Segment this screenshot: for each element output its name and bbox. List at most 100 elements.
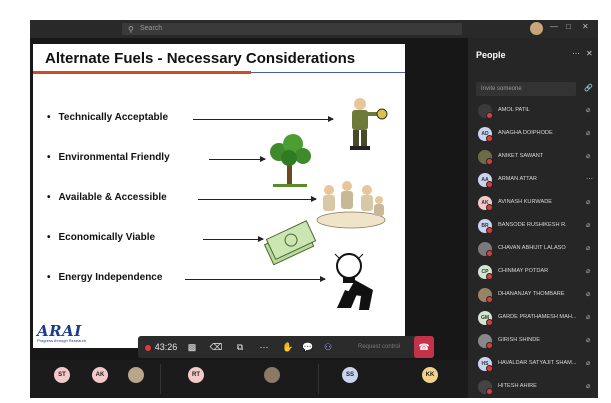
gallery-avatar[interactable]: RT (188, 367, 204, 383)
participant-row[interactable]: DHANANJAY THOMBARE ⌀ (468, 284, 598, 307)
camera-off-icon[interactable]: ▩ (182, 336, 202, 358)
status-indicator (486, 342, 493, 349)
participant-name: GIRISH SHINDE (498, 337, 540, 343)
teams-window: ⚲ Search — □ ✕ Alternate Fuels - Necessa… (30, 20, 598, 398)
mic-muted-icon[interactable]: ⌀ (586, 382, 590, 390)
more-actions-icon[interactable]: ⋯ (254, 336, 274, 358)
status-indicator (486, 158, 493, 165)
top-bar: ⚲ Search — □ ✕ (30, 20, 598, 38)
participant-row[interactable]: AMOL PATIL ⌀ (468, 100, 598, 123)
participant-row[interactable]: GIRISH SHINDE ⌀ (468, 330, 598, 353)
gallery-avatar[interactable]: SS (342, 367, 358, 383)
participant-avatar (478, 288, 493, 303)
status-indicator (486, 135, 493, 142)
minimize-icon[interactable]: — (550, 22, 558, 31)
raise-hand-icon[interactable]: ✋ (278, 336, 298, 358)
gallery-avatar[interactable]: ST (54, 367, 70, 383)
participant-name: ANIKET SAWANT (498, 153, 544, 159)
participant-row[interactable]: ANIKET SAWANT ⌀ (468, 146, 598, 169)
mic-off-icon[interactable]: ⌫ (206, 336, 226, 358)
search-icon: ⚲ (128, 25, 134, 34)
mic-muted-icon[interactable]: ⌀ (586, 290, 590, 298)
mic-muted-icon[interactable]: ⌀ (586, 106, 590, 114)
status-indicator (486, 319, 493, 326)
bullet-item: • Technically Acceptable (47, 112, 169, 123)
arai-logo: ARAI Progress through Research (37, 322, 86, 343)
logo-tagline: Progress through Research (37, 338, 86, 343)
more-options-icon[interactable]: ⋯ (586, 175, 593, 183)
mic-muted-icon[interactable]: ⌀ (586, 198, 590, 206)
close-panel-icon[interactable]: ✕ (586, 49, 593, 58)
link-icon[interactable]: 🔗 (584, 84, 593, 92)
mic-muted-icon[interactable]: ⌀ (586, 267, 590, 275)
title-underline-blue (251, 72, 405, 73)
hang-up-icon: ☎ (418, 342, 430, 352)
bullet-label: Technically Acceptable (58, 112, 169, 123)
participant-avatar (478, 104, 493, 119)
participant-avatar: AK (478, 196, 493, 211)
bullet-item: • Economically Viable (47, 232, 156, 243)
leave-call-button[interactable]: ☎ (414, 336, 434, 358)
gallery-avatar[interactable]: KK (422, 367, 438, 383)
participant-name: CHAVAN ABHIJIT LALASO (498, 245, 566, 251)
participant-list: AMOL PATIL ⌀ AD ANAGHA DOIPHODE ⌀ ANIKET SAWA… (468, 100, 598, 398)
gallery-avatar[interactable] (264, 367, 280, 383)
mic-muted-icon[interactable]: ⌀ (586, 336, 590, 344)
recording-timer: 43:26 (142, 336, 180, 358)
participant-name: CHINMAY POTDAR (498, 268, 549, 274)
participant-name: BANSODE RUSHIKESH R. (498, 222, 567, 228)
bullet-item: • Available & Accessible (47, 192, 167, 203)
search-box[interactable]: ⚲ Search (122, 23, 462, 35)
mic-muted-icon[interactable]: ⌀ (586, 244, 590, 252)
participant-row[interactable]: AD ANAGHA DOIPHODE ⌀ (468, 123, 598, 146)
participant-row[interactable]: AK AVINASH KURWADE ⌀ (468, 192, 598, 215)
bullet-label: Environmental Friendly (58, 152, 170, 163)
gallery-avatar[interactable] (128, 367, 144, 383)
participant-name: AVINASH KURWADE (498, 199, 552, 205)
invite-input[interactable]: Invite someone (476, 82, 576, 96)
participant-row[interactable]: CP CHINMAY POTDAR ⌀ (468, 261, 598, 284)
shared-slide: Alternate Fuels - Necessary Consideratio… (33, 44, 405, 348)
mic-muted-icon[interactable]: ⌀ (586, 221, 590, 229)
participant-avatar: AD (478, 127, 493, 142)
people-title: People (476, 50, 506, 60)
more-options-icon[interactable]: ⋯ (572, 49, 580, 58)
participant-row[interactable]: GM GARDE PRATHAMESH MAH... ⌀ (468, 307, 598, 330)
divider (160, 364, 161, 394)
profile-avatar[interactable] (530, 22, 543, 35)
maximize-icon[interactable]: □ (566, 22, 571, 31)
participant-row[interactable]: AA ARMAN ATTAR ⋯ (468, 169, 598, 192)
mic-muted-icon[interactable]: ⌀ (586, 313, 590, 321)
search-placeholder: Search (140, 25, 163, 32)
bullet-item: • Environmental Friendly (47, 152, 170, 163)
participant-avatar (478, 150, 493, 165)
arrow (209, 156, 266, 162)
gallery-avatar[interactable]: AK (92, 367, 108, 383)
participant-name: ANAGHA DOIPHODE (498, 130, 553, 136)
participants-icon[interactable]: ⚇ (318, 336, 338, 358)
participant-row[interactable]: CHAVAN ABHIJIT LALASO ⌀ (468, 238, 598, 261)
mic-muted-icon[interactable]: ⌀ (586, 359, 590, 367)
share-screen-icon[interactable]: ⧉ (230, 336, 250, 358)
meeting-controls: 43:26 ▩ ⌫ ⧉ ⋯ ✋ 💬 ⚇ Request control ☎ (138, 336, 434, 358)
mic-muted-icon[interactable]: ⌀ (586, 152, 590, 160)
participant-name: ARMAN ATTAR (498, 176, 537, 182)
request-control-button[interactable]: Request control (348, 336, 410, 358)
status-indicator (486, 250, 493, 257)
participant-row[interactable]: HITESH AHIRE ⌀ (468, 376, 598, 398)
participant-name: DHANANJAY THOMBARE (498, 291, 565, 297)
close-icon[interactable]: ✕ (582, 22, 589, 31)
mic-muted-icon[interactable]: ⌀ (586, 129, 590, 137)
participant-name: HAVALDAR SATYAJIT SHAM... (498, 360, 577, 366)
participant-avatar: HS (478, 357, 493, 372)
participant-avatar: BR (478, 219, 493, 234)
title-underline-red (33, 71, 251, 74)
tree-clipart (270, 134, 311, 187)
participant-gallery: ST AK RT SS KK (30, 360, 468, 398)
participant-avatar (478, 242, 493, 257)
money-clipart (263, 220, 317, 266)
participant-avatar: GM (478, 311, 493, 326)
chat-icon[interactable]: 💬 (298, 336, 318, 358)
participant-row[interactable]: BR BANSODE RUSHIKESH R. ⌀ (468, 215, 598, 238)
participant-row[interactable]: HS HAVALDAR SATYAJIT SHAM... ⌀ (468, 353, 598, 376)
